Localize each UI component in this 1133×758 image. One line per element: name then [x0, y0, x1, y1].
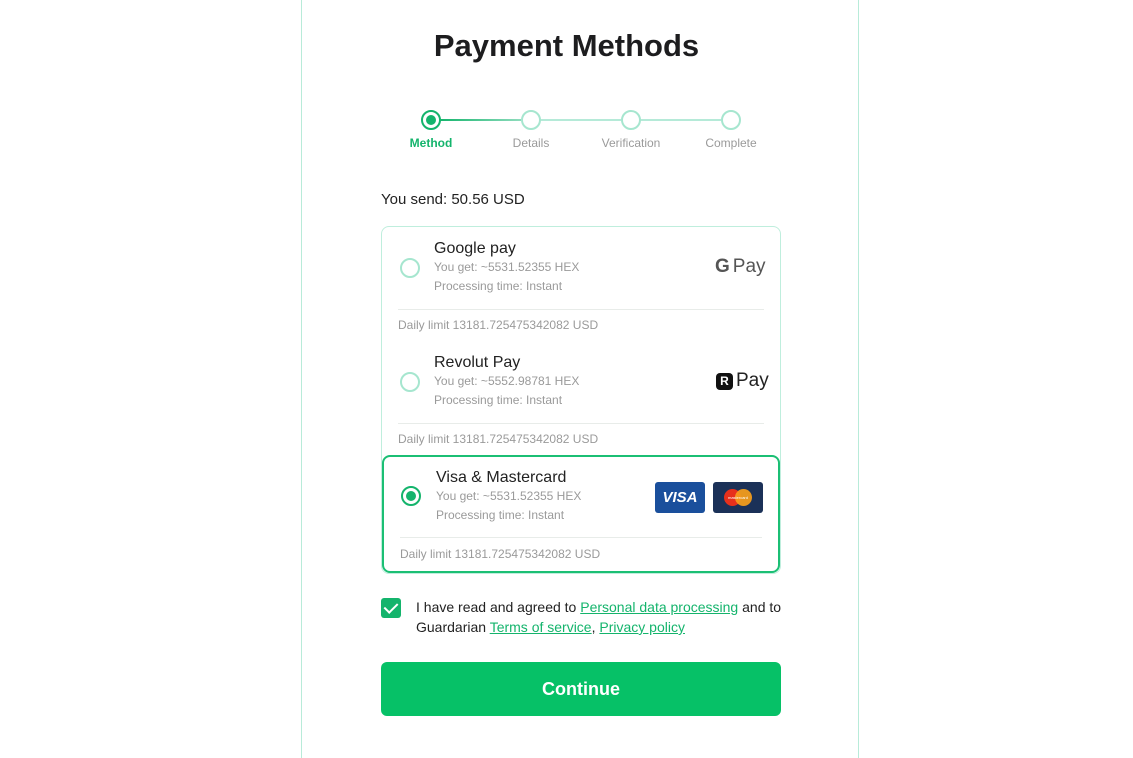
- revolut-pay-logo-text: Pay: [736, 370, 769, 391]
- method-processing-time: Processing time: Instant: [436, 508, 565, 522]
- step-complete-label: Complete: [705, 136, 757, 150]
- revolut-pay-logo: R Pay: [716, 370, 769, 392]
- daily-limit: Daily limit 13181.725475342082 USD: [400, 547, 601, 561]
- daily-limit: Daily limit 13181.725475342082 USD: [398, 318, 599, 332]
- google-pay-logo: G Pay: [715, 256, 766, 278]
- payment-method-list: Google pay You get: ~5531.52355 HEX Proc…: [381, 226, 781, 574]
- step-connector: [539, 119, 621, 121]
- revolut-pay-radio[interactable]: [400, 372, 420, 392]
- method-you-get: You get: ~5531.52355 HEX: [434, 260, 580, 274]
- privacy-policy-link[interactable]: Privacy policy: [599, 619, 685, 635]
- consent-checkbox[interactable]: [381, 598, 401, 618]
- method-name: Revolut Pay: [434, 354, 521, 371]
- payment-option-visa-mastercard[interactable]: Visa & Mastercard You get: ~5531.52355 H…: [382, 455, 780, 573]
- google-g-icon: G: [715, 256, 730, 277]
- divider: [400, 537, 762, 538]
- revolut-r-icon: R: [716, 372, 733, 390]
- continue-button[interactable]: Continue: [381, 662, 781, 716]
- step-details-label: Details: [512, 136, 550, 150]
- personal-data-processing-link[interactable]: Personal data processing: [580, 599, 738, 615]
- visa-mastercard-radio[interactable]: [401, 486, 421, 506]
- payment-option-revolut-pay[interactable]: Revolut Pay You get: ~5552.98781 HEX Pro…: [382, 341, 780, 455]
- payment-option-google-pay[interactable]: Google pay You get: ~5531.52355 HEX Proc…: [382, 227, 780, 341]
- step-method-label: Method: [409, 136, 453, 150]
- method-name: Google pay: [434, 240, 516, 257]
- method-processing-time: Processing time: Instant: [434, 393, 563, 407]
- mastercard-logo-text: mastercard: [727, 495, 748, 500]
- step-complete-indicator: [721, 110, 741, 130]
- step-verification-label: Verification: [601, 136, 661, 150]
- mastercard-logo: mastercard: [713, 482, 763, 513]
- send-amount: You send: 50.56 USD: [381, 191, 525, 208]
- daily-limit: Daily limit 13181.725475342082 USD: [398, 432, 599, 446]
- method-you-get: You get: ~5552.98781 HEX: [434, 374, 580, 388]
- progress-stepper: Method Details Verification Complete: [0, 0, 1133, 160]
- method-name: Visa & Mastercard: [436, 469, 567, 486]
- method-you-get: You get: ~5531.52355 HEX: [436, 489, 582, 503]
- method-processing-time: Processing time: Instant: [434, 279, 563, 293]
- terms-of-service-link[interactable]: Terms of service: [490, 619, 592, 635]
- step-connector: [439, 119, 521, 121]
- step-details-indicator: [521, 110, 541, 130]
- divider: [398, 423, 764, 424]
- consent-text-part: I have read and agreed to: [416, 599, 581, 615]
- google-pay-radio[interactable]: [400, 258, 420, 278]
- google-pay-logo-text: Pay: [732, 256, 766, 277]
- step-method-indicator: [421, 110, 441, 130]
- step-verification-indicator: [621, 110, 641, 130]
- divider: [398, 309, 764, 310]
- consent-text: I have read and agreed to Personal data …: [416, 597, 796, 637]
- visa-logo: VISA: [655, 482, 705, 513]
- step-connector: [639, 119, 721, 121]
